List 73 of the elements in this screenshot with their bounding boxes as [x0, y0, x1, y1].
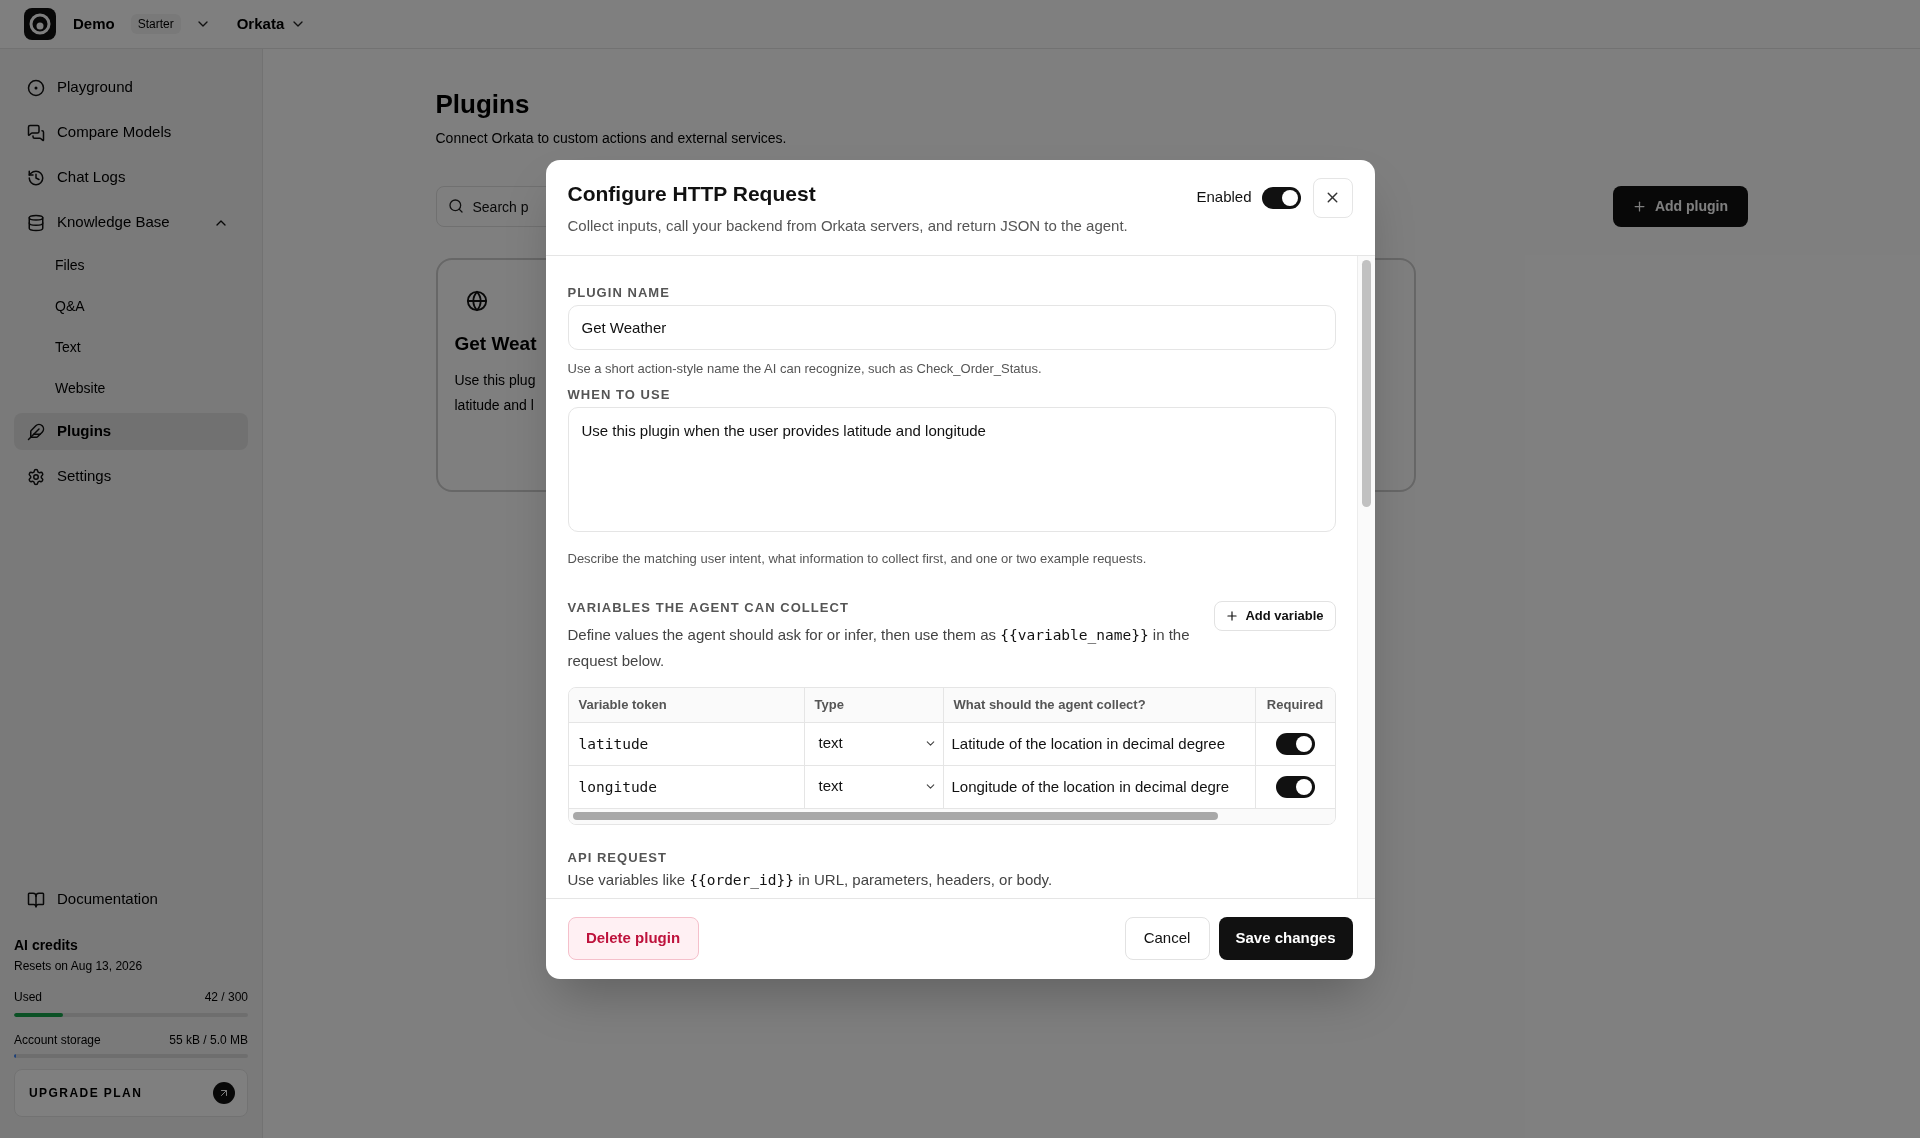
plan-badge: Starter	[130, 14, 181, 34]
storage-value: 55 kB / 5.0 MB	[169, 1032, 248, 1048]
search-icon	[447, 198, 464, 214]
chat-bubbles-icon	[27, 123, 45, 142]
storage-label: Account storage	[14, 1032, 101, 1048]
scrollbar-track[interactable]	[1356, 255, 1375, 898]
add-variable-button[interactable]: Add variable	[1213, 600, 1336, 631]
token-input[interactable]: latitude	[568, 722, 804, 765]
history-icon	[27, 168, 45, 187]
text-input[interactable]: Get Weather	[567, 304, 1336, 350]
nav-subitem[interactable]: Q&A	[14, 290, 248, 323]
project-switcher[interactable]: Orkata	[236, 12, 307, 36]
column-header: Required	[1265, 695, 1325, 714]
feather-icon	[27, 422, 45, 441]
card-title: Get Weat	[454, 333, 537, 355]
plus-icon	[1225, 608, 1240, 623]
nav-item[interactable]: Chat Logs	[14, 159, 248, 196]
database-icon	[27, 213, 45, 232]
nav-item[interactable]: Compare Models	[14, 114, 248, 151]
enabled-toggle[interactable]	[1261, 186, 1301, 209]
credits-title: AI credits	[14, 936, 78, 955]
field-label: API REQUEST	[567, 849, 668, 866]
nav-item[interactable]: Plugins	[14, 413, 248, 450]
nav-subitem[interactable]: Files	[14, 249, 248, 282]
close-button[interactable]	[1312, 177, 1353, 218]
field-label: VARIABLES THE AGENT CAN COLLECT	[567, 599, 849, 616]
description-input[interactable]: Latitude of the location in decimal degree	[943, 722, 1255, 765]
type-select[interactable]: text	[804, 765, 943, 808]
column-header: Variable token	[568, 687, 805, 722]
logo-icon[interactable]	[24, 8, 56, 40]
page-subtitle: Connect Orkata to custom actions and external services.	[435, 129, 787, 148]
textarea-field[interactable]: Use this plugin when the user provides latitude and longitude	[567, 406, 1336, 532]
required-toggle[interactable]	[1275, 775, 1315, 798]
field-label: WHEN TO USE	[567, 386, 671, 403]
scrollbar-thumb[interactable]	[572, 812, 1218, 820]
card-description: Use this plug	[454, 371, 536, 390]
usage-value: 42 / 300	[204, 989, 248, 1005]
book-icon	[27, 890, 45, 909]
help-text: Describe the matching user intent, what information to collect first, and one or two example requests.	[567, 549, 1147, 568]
credits-reset-note: Resets on Aug 13, 2026	[14, 958, 143, 974]
page-title: Plugins	[435, 88, 530, 120]
enabled-label: Enabled	[1196, 187, 1252, 208]
workspace-switcher[interactable]: Demo Starter	[73, 12, 211, 36]
dialog-subtitle: Collect inputs, call your backend from Orkata servers, and return JSON to the agent.	[567, 215, 1128, 236]
usage-label: Used	[14, 989, 42, 1005]
globe-icon	[465, 290, 488, 312]
nav-subitem[interactable]: Website	[14, 372, 248, 405]
section-description: Use variables like {{order_id}} in URL, parameters, headers, or body.	[567, 869, 1053, 890]
description-input[interactable]: Longitude of the location in decimal degre	[943, 765, 1255, 808]
delete-button[interactable]: Delete plugin	[567, 917, 699, 960]
add-plugin-button[interactable]: Add plugin	[1612, 186, 1748, 227]
nav-subitem[interactable]: Text	[14, 331, 248, 364]
scrollbar-thumb[interactable]	[1361, 259, 1371, 507]
circle-dot-icon	[27, 78, 45, 97]
field-label: PLUGIN NAME	[567, 284, 670, 301]
section-description: Define values the agent should ask for or infer, then use them as {{variable_name}} in the request below.	[567, 624, 1191, 671]
settings-icon	[27, 467, 45, 486]
required-toggle[interactable]	[1275, 732, 1315, 755]
upgrade-plan-button[interactable]: UPGRADE PLAN	[14, 1069, 248, 1117]
dialog-title: Configure HTTP Request	[567, 180, 816, 207]
documentation-link[interactable]: Documentation	[14, 881, 248, 918]
token-input[interactable]: longitude	[568, 765, 804, 808]
nav-item[interactable]: Settings	[14, 458, 248, 495]
cancel-button[interactable]: Cancel	[1124, 917, 1210, 960]
nav-item[interactable]: Knowledge Base	[14, 204, 248, 241]
column-header: Type	[804, 687, 944, 722]
nav-item[interactable]: Playground	[14, 69, 248, 106]
type-select[interactable]: text	[804, 722, 943, 765]
help-text: Use a short action-style name the AI can recognize, such as Check_Order_Status.	[567, 359, 1042, 378]
plus-icon	[1631, 199, 1647, 214]
save-button[interactable]: Save changes	[1218, 917, 1353, 960]
card-description: latitude and l	[454, 396, 534, 415]
column-header: What should the agent collect?	[943, 687, 1256, 722]
